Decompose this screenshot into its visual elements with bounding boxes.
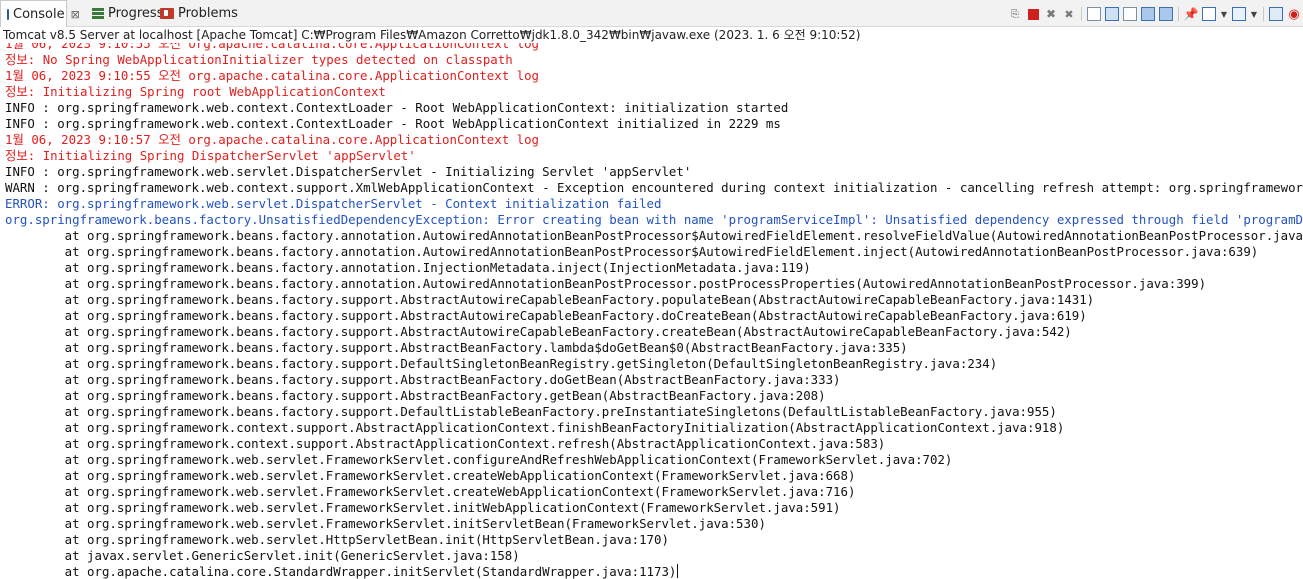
console-line: at org.springframework.beans.factory.ann…	[5, 244, 1259, 259]
tab-problems[interactable]: Problems	[154, 0, 238, 27]
console-line: at org.springframework.beans.factory.ann…	[5, 228, 1303, 243]
minimize-icon[interactable]	[1269, 7, 1283, 21]
show-stderr-icon[interactable]	[1159, 7, 1173, 21]
text-cursor	[677, 564, 679, 578]
maximize-icon[interactable]: ◉	[1287, 7, 1301, 22]
console-line: INFO : org.springframework.web.context.C…	[5, 116, 781, 131]
progress-icon	[92, 8, 104, 19]
remove-launch-icon[interactable]: ✖	[1044, 7, 1058, 21]
scroll-lock-icon[interactable]	[1105, 7, 1119, 21]
open-console-icon[interactable]	[1232, 7, 1246, 21]
console-line: at org.springframework.web.servlet.Frame…	[5, 468, 856, 483]
console-line: at org.springframework.web.servlet.Frame…	[5, 516, 766, 531]
tab-console[interactable]: Console ⊠	[0, 0, 80, 27]
console-line: at org.springframework.web.servlet.Frame…	[5, 452, 953, 467]
console-line: INFO : org.springframework.web.servlet.D…	[5, 164, 692, 179]
display-selected-icon[interactable]	[1202, 7, 1216, 21]
console-toolbar: ⎘ ✖ ✖ 📌 ▼ ▼ ◉	[1006, 5, 1303, 23]
console-line: at org.springframework.beans.factory.sup…	[5, 372, 841, 387]
console-line: INFO : org.springframework.web.context.C…	[5, 100, 789, 115]
tab-problems-label: Problems	[178, 6, 238, 21]
toolbar-separator	[1178, 7, 1179, 21]
console-line: at javax.servlet.GenericServlet.init(Gen…	[5, 548, 520, 563]
console-line: at org.springframework.beans.factory.sup…	[5, 340, 908, 355]
tab-progress[interactable]: Progress	[86, 0, 163, 27]
console-line: at org.apache.catalina.core.StandardWrap…	[5, 564, 679, 579]
console-line: 정보: Initializing Spring DispatcherServle…	[5, 148, 416, 163]
remove-all-icon[interactable]: ✖	[1062, 7, 1076, 21]
console-icon	[7, 8, 9, 20]
eclipse-console-view: Console ⊠ Progress Problems ⎘ ✖ ✖ 📌 ▼ ▼ …	[0, 0, 1303, 579]
console-line: 1월 06, 2023 9:10:57 오전 org.apache.catali…	[5, 132, 540, 147]
toolbar-separator	[1263, 7, 1264, 21]
toolbar-separator	[1081, 7, 1082, 21]
process-label: Tomcat v8.5 Server at localhost [Apache …	[3, 28, 861, 42]
console-line: ERROR: org.springframework.web.servlet.D…	[5, 196, 662, 211]
console-line: 정보: Initializing Spring root WebApplicat…	[5, 84, 386, 99]
show-stdout-icon[interactable]	[1141, 7, 1155, 21]
word-wrap-icon[interactable]	[1123, 7, 1137, 21]
link-icon[interactable]: ⎘	[1008, 7, 1022, 21]
console-line: at org.springframework.beans.factory.sup…	[5, 388, 826, 403]
console-line: WARN : org.springframework.web.context.s…	[5, 180, 1303, 195]
console-line: at org.springframework.context.support.A…	[5, 436, 886, 451]
console-line: at org.springframework.web.servlet.HttpS…	[5, 532, 669, 547]
chevron-down-icon[interactable]: ▼	[1250, 7, 1258, 21]
console-line: 1월 06, 2023 9:10:55 오전 org.apache.catali…	[5, 68, 540, 83]
console-line: 정보: No Spring WebApplicationInitializer …	[5, 52, 513, 67]
view-tab-bar: Console ⊠ Progress Problems ⎘ ✖ ✖ 📌 ▼ ▼ …	[0, 0, 1303, 27]
console-line: at org.springframework.beans.factory.sup…	[5, 292, 1095, 307]
tab-console-label: Console	[13, 6, 65, 22]
console-line: at org.springframework.beans.factory.ann…	[5, 260, 811, 275]
console-line: at org.springframework.beans.factory.sup…	[5, 324, 1072, 339]
clear-console-icon[interactable]	[1087, 7, 1101, 21]
console-line: at org.springframework.beans.factory.sup…	[5, 356, 998, 371]
console-line: org.springframework.beans.factory.Unsati…	[5, 212, 1303, 227]
console-output[interactable]: 1월 06, 2023 9:10:55 오전 org.apache.catali…	[0, 43, 1303, 579]
close-icon[interactable]: ⊠	[71, 8, 80, 21]
console-line: at org.springframework.web.servlet.Frame…	[5, 484, 856, 499]
console-line: at org.springframework.context.support.A…	[5, 420, 1065, 435]
pin-console-icon[interactable]: 📌	[1184, 7, 1199, 21]
console-line: at org.springframework.beans.factory.sup…	[5, 404, 1057, 419]
console-line: at org.springframework.beans.factory.ann…	[5, 276, 1207, 291]
console-line: at org.springframework.beans.factory.sup…	[5, 308, 1087, 323]
terminate-icon[interactable]	[1026, 7, 1040, 21]
console-lines: 1월 06, 2023 9:10:55 오전 org.apache.catali…	[5, 43, 1303, 579]
problems-icon	[160, 8, 174, 19]
console-line: at org.springframework.web.servlet.Frame…	[5, 500, 841, 515]
console-line: 1월 06, 2023 9:10:55 오전 org.apache.catali…	[5, 43, 540, 51]
chevron-down-icon[interactable]: ▼	[1220, 7, 1228, 21]
